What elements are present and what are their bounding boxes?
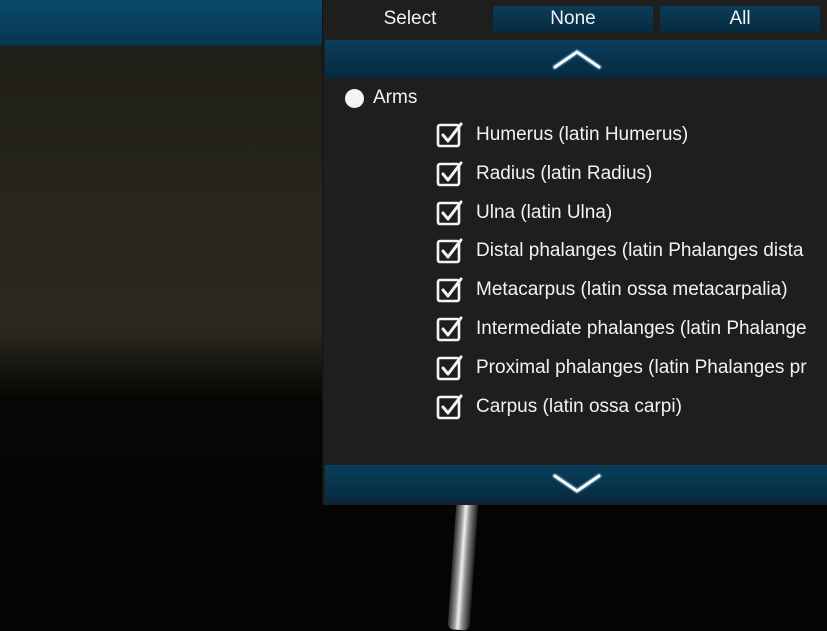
list-item[interactable]: Metacarpus (latin ossa metacarpalia)	[436, 275, 788, 305]
list-item[interactable]: Ulna (latin Ulna)	[436, 198, 612, 228]
radio-icon[interactable]	[345, 88, 364, 108]
select-label: Select	[383, 8, 437, 29]
list-item-label: Intermediate phalanges (latin Phalange	[476, 318, 807, 339]
selection-panel: Select None All Arms Humerus (latin Hume…	[322, 0, 827, 505]
list-item-label: Radius (latin Radius)	[476, 162, 653, 184]
list-item-label: Carpus (latin ossa carpi)	[476, 395, 682, 417]
select-all-button[interactable]: All	[660, 6, 820, 32]
list-item-label: Humerus (latin Humerus)	[476, 124, 689, 145]
checkbox-checked-icon[interactable]	[436, 237, 464, 265]
list-item-label: Metacarpus (latin ossa metacarpalia)	[476, 279, 788, 301]
select-none-button[interactable]: None	[493, 6, 653, 32]
list-item[interactable]: Radius (latin Radius)	[436, 159, 652, 189]
list-item[interactable]: Humerus (latin Humerus)	[436, 120, 688, 150]
top-toolbar	[0, 0, 322, 46]
group-arms[interactable]: Arms	[345, 86, 417, 110]
checkbox-checked-icon[interactable]	[436, 199, 464, 227]
select-header: Select None All	[323, 0, 827, 38]
checkbox-checked-icon[interactable]	[436, 354, 464, 382]
bone-list[interactable]: Arms Humerus (latin Humerus) Radius (lati…	[323, 78, 827, 464]
list-item-label: Distal phalanges (latin Phalanges dista	[476, 240, 804, 262]
chevron-up-icon	[551, 49, 602, 70]
checkbox-checked-icon[interactable]	[436, 315, 464, 343]
list-item[interactable]: Distal phalanges (latin Phalanges dista	[436, 236, 803, 266]
list-item-label: Ulna (latin Ulna)	[476, 201, 613, 223]
checkbox-checked-icon[interactable]	[436, 393, 464, 421]
list-item-label: Proximal phalanges (latin Phalanges pr	[476, 356, 807, 378]
group-label: Arms	[373, 87, 418, 108]
list-item[interactable]: Intermediate phalanges (latin Phalange	[436, 314, 807, 344]
scroll-up-button[interactable]	[325, 40, 827, 78]
checkbox-checked-icon[interactable]	[436, 160, 464, 188]
chevron-down-icon	[551, 473, 602, 494]
list-item[interactable]: Carpus (latin ossa carpi)	[436, 392, 682, 422]
list-item[interactable]: Proximal phalanges (latin Phalanges pr	[436, 353, 807, 383]
scroll-down-button[interactable]	[325, 465, 827, 503]
checkbox-checked-icon[interactable]	[436, 276, 464, 304]
checkbox-checked-icon[interactable]	[436, 121, 464, 149]
